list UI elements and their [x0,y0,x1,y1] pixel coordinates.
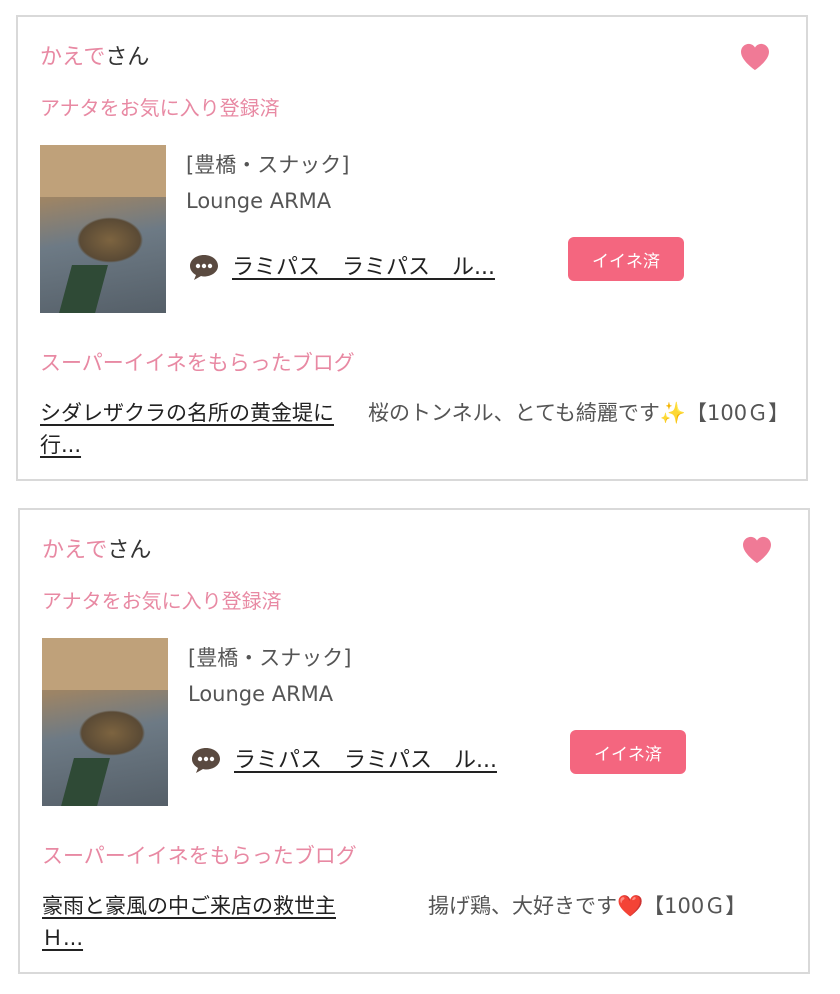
user-card: かえでさん アナタをお気に入り登録済 [豊橋・スナック] Lounge ARMA… [16,15,808,481]
shop-category: [豊橋・スナック] [188,646,352,670]
shop-name[interactable]: Lounge ARMA [186,189,331,213]
super-like-heading: スーパーイイネをもらったブログ [40,351,355,375]
thumbnail-box [40,145,166,197]
post-title-link[interactable]: シダレザクラの名所の黄金堤に行... [40,397,370,461]
thumbnail-box [42,638,168,690]
user-name-link[interactable]: かえで [42,538,107,563]
favorite-status: アナタをお気に入り登録済 [40,96,280,120]
thumbnail-chair-leg [58,265,108,313]
user-name-line: かえでさん [42,532,151,564]
user-card: かえでさん アナタをお気に入り登録済 [豊橋・スナック] Lounge ARMA… [18,508,810,974]
heart-icon[interactable] [740,43,770,71]
favorite-status: アナタをお気に入り登録済 [42,589,282,613]
user-suffix: さん [105,45,150,70]
like-button[interactable]: イイネ済 [568,237,684,281]
speech-bubble-icon [190,255,218,280]
user-name-line: かえでさん [40,39,149,71]
user-suffix: さん [107,538,152,563]
like-button[interactable]: イイネ済 [570,730,686,774]
speech-bubble-icon [192,748,220,773]
user-name-link[interactable]: かえで [40,45,105,70]
blog-thumbnail[interactable] [40,145,166,313]
post-description: 桜のトンネル、とても綺麗です✨【100Ｇ】 [368,401,790,425]
shop-category: [豊橋・スナック] [186,153,350,177]
heart-icon[interactable] [742,536,772,564]
super-like-heading: スーパーイイネをもらったブログ [42,844,357,868]
blog-title-link[interactable]: ラミパス ラミパス ル... [234,742,497,774]
thumbnail-chair-leg [60,758,110,806]
post-title-link[interactable]: 豪雨と豪風の中ご来店の救世主Ｈ... [42,890,372,954]
shop-name[interactable]: Lounge ARMA [188,682,333,706]
blog-thumbnail[interactable] [42,638,168,806]
post-description: 揚げ鶏、大好きです❤️【100Ｇ】 [428,894,747,918]
blog-title-link[interactable]: ラミパス ラミパス ル... [232,249,495,281]
